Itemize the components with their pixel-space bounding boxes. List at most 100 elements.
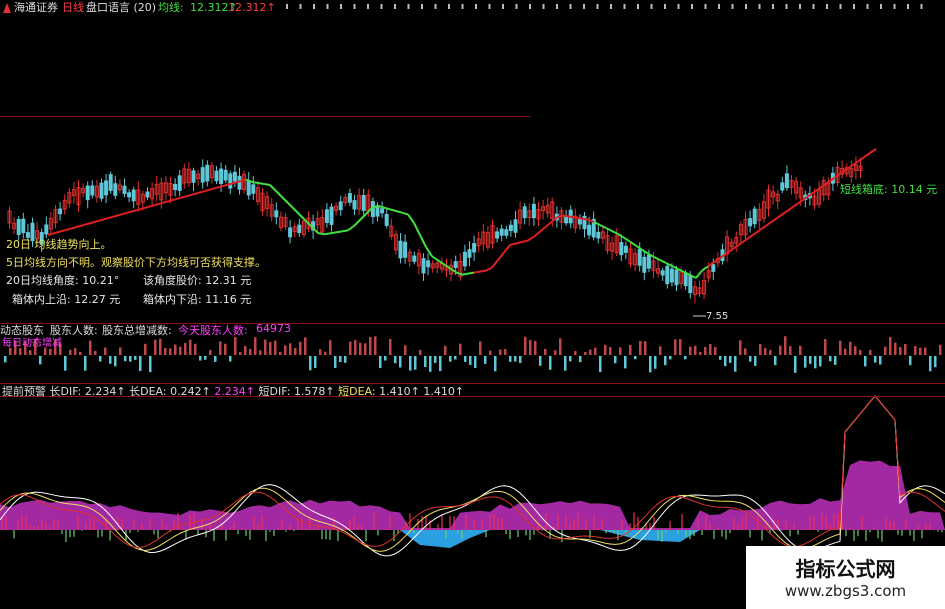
candle-body [205,164,210,182]
holder-change-bar [314,356,317,368]
moving-average-segment [347,225,355,232]
moving-average-segment [221,183,229,188]
holder-change-bar [349,341,352,355]
candle-body [462,251,467,267]
holder-change-bar [289,343,292,355]
box-upper-value: 12.27 元 [74,293,121,306]
holder-change-bar [64,356,67,371]
holder-change-bar [239,351,242,355]
moving-average-segment [599,224,607,229]
candle-body [674,269,679,286]
moving-average-segment [95,218,103,223]
holder-change-bar [799,345,802,355]
holder-change-bar [419,349,422,355]
holder-change-bar [889,337,892,355]
holder-change-bar [224,343,227,355]
holder-change-bar [559,338,562,355]
holder-change-bar [934,356,937,368]
candle-body [177,175,182,191]
moving-average-segment [149,203,157,208]
candle-body [508,224,513,232]
daily-change-label: 每日动态增减 [2,338,62,349]
moving-average-segment [407,213,415,224]
moving-average-segment [395,210,403,214]
moving-average-segment [317,232,325,236]
holder-change-bar [724,356,727,367]
holder-change-bar [469,356,472,365]
candle-body [297,224,302,234]
holder-change-bar [304,337,307,355]
moving-average-segment [185,193,193,198]
holder-change-bar [819,356,822,367]
holder-change-bar [834,356,837,365]
moving-average-segment [521,239,529,243]
holder-change-bar [179,346,182,355]
long-dea-value: 0.242↑ [170,385,211,398]
holder-change-bar [554,350,557,355]
holder-change-bar [524,336,527,355]
moving-average-segment [167,198,175,203]
moving-average-segment [749,231,757,238]
holder-change-bar [539,356,542,366]
holder-change-bar [789,346,792,355]
moving-average-segment [677,268,685,273]
candle-body [127,192,132,198]
candle-body [122,185,127,194]
candle-body [784,173,789,189]
candle-body [104,180,109,196]
holder-change-bar [429,356,432,372]
total-change-label: 股东总增减数: [102,324,172,337]
holder-change-bar [839,340,842,355]
box-lower-label: 箱体内下沿: [143,293,202,306]
box-lower-row: 箱体内下沿: 11.16 元 [143,291,251,307]
moving-average-segment [353,219,361,227]
candle-body [780,182,785,191]
holder-change-bar [334,356,337,368]
holder-change-bar [809,356,812,364]
candle-body [329,206,334,225]
holder-change-bar [744,348,747,355]
candle-body [274,210,279,218]
holder-change-bar [664,356,667,366]
holder-change-bar [604,344,607,355]
holder-change-bar [589,349,592,355]
candle-body [513,219,518,233]
angle-label: 20日均线角度: [6,274,79,287]
moving-average-segment [191,192,199,196]
moving-average-segment [545,220,553,228]
candle-body [228,173,233,189]
candle-body [748,218,753,227]
holder-change-bar [149,356,152,373]
holder-change-bar [89,340,92,355]
holder-change-bar [629,345,632,355]
holder-change-bar [659,346,662,355]
holder-change-bar [624,356,627,369]
moving-average-segment [65,227,73,231]
moving-average-segment [263,183,271,186]
holder-change-bar [79,351,82,355]
short-box-row: 短线箱底: 10.14 元 [840,181,937,197]
candle-body [623,245,628,253]
holder-change-bar [409,356,412,371]
holder-change-bar [144,343,147,355]
box-upper-row: 箱体内上沿: 12.27 元 [12,291,120,307]
moving-average-segment [695,269,703,279]
holder-change-bar [399,356,402,368]
holder-change-bar [369,337,372,355]
holder-change-bar [549,356,552,370]
moving-average-segment [335,230,343,234]
holder-change-bar [904,344,907,355]
holder-change-bar [129,356,132,362]
stock-chart-canvas[interactable] [0,0,945,609]
holder-change-bar [69,349,72,355]
candle-body [200,167,205,183]
candle-body [108,174,113,191]
holder-change-bar [929,356,932,372]
holder-change-bar [174,344,177,355]
holder-change-bar [164,348,167,355]
holder-change-bar [759,343,762,355]
candle-body [504,229,509,236]
moving-average-segment [323,232,331,236]
candle-body [16,219,21,235]
moving-average-segment [173,197,181,201]
